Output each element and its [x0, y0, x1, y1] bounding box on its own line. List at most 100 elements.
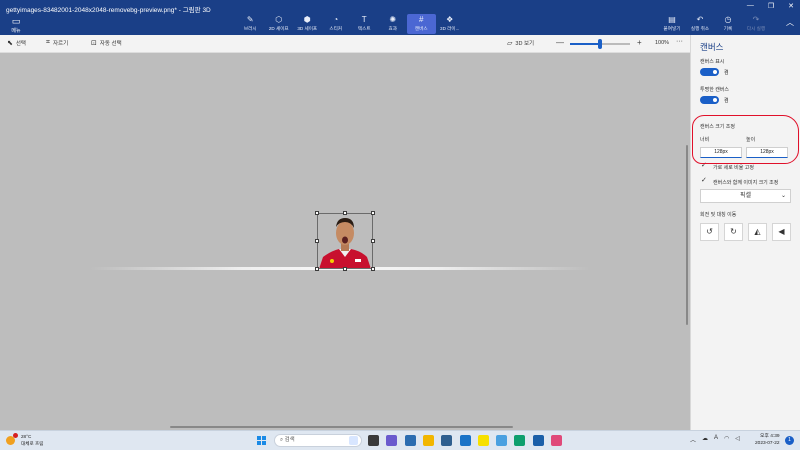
zoom-in-button[interactable]: + — [637, 38, 642, 47]
history-button[interactable]: ◷ 기록 — [714, 14, 742, 34]
minimize-button[interactable]: — — [747, 2, 754, 10]
taskbar-search[interactable]: ⌕ 검색 — [274, 434, 362, 447]
resize-handle[interactable] — [343, 211, 347, 215]
unit-select[interactable]: 픽셀 ⌄ — [700, 189, 791, 203]
tool-label: 브러시 — [243, 26, 257, 31]
notification-badge[interactable]: 1 — [785, 436, 794, 445]
canvas-panel: 캔버스 캔버스 표시 켬 투명한 캔버스 켬 캔버스 크기 조정 너비 높이 1… — [690, 35, 800, 430]
weather-alert-badge — [13, 433, 18, 438]
select-label: 선택 — [15, 41, 26, 47]
resize-handle[interactable] — [343, 267, 347, 271]
tool-label: 텍스트 — [357, 26, 371, 31]
show-canvas-toggle[interactable] — [700, 68, 719, 76]
paint3d-icon[interactable] — [551, 435, 562, 446]
resize-handle[interactable] — [371, 211, 375, 215]
flip-horizontal-button[interactable]: ◭ — [748, 223, 767, 241]
notepad-icon[interactable] — [496, 435, 508, 446]
ribbon-tools: ✎ 브러시 ⬡ 2D 셰이프 ⬢ 3D 셰이프 ◔ 스티커 T 텍스트 ✺ 효과 # 캔버스 … — [236, 14, 464, 34]
tool-label: 캔버스 — [414, 26, 428, 31]
resize-image-checkbox[interactable]: ✓ — [701, 176, 707, 184]
crop-tool[interactable]: ⌗ 자르기 — [46, 39, 68, 47]
resize-handle[interactable] — [315, 267, 319, 271]
calculator-icon[interactable] — [441, 435, 453, 446]
tool-text[interactable]: T 텍스트 — [350, 14, 379, 34]
effects-icon: ✺ — [389, 15, 397, 24]
redo-button[interactable]: ↷ 다시 실행 — [742, 14, 770, 34]
paste-button[interactable]: ▤ 붙여넣기 — [658, 14, 686, 34]
wifi-icon[interactable]: ◠ — [724, 435, 729, 444]
tool-label: 스티커 — [329, 26, 343, 31]
transparent-canvas-toggle[interactable] — [700, 96, 719, 104]
tool-canvas[interactable]: # 캔버스 — [407, 14, 436, 34]
cloud-icon[interactable]: ☁ — [702, 435, 708, 444]
unit-selected-value: 픽셀 — [739, 193, 752, 199]
tool-label: 3D 셰이프 — [297, 26, 318, 31]
mail-icon[interactable] — [459, 435, 471, 446]
shape-3d-icon: ⬢ — [303, 15, 311, 24]
tool-2d-shapes[interactable]: ⬡ 2D 셰이프 — [265, 14, 294, 34]
vertical-scrollbar[interactable] — [686, 145, 688, 325]
tool-3d-library[interactable]: ❖ 3D 라이... — [436, 14, 465, 34]
clock[interactable]: 오후 4:39 2023-07-22 — [755, 433, 780, 447]
tool-stickers[interactable]: ◔ 스티커 — [322, 14, 351, 34]
photos-icon[interactable] — [532, 435, 544, 446]
rotate-right-button[interactable]: ↻ — [724, 223, 743, 241]
chevron-up-icon[interactable]: ︿ — [690, 435, 696, 444]
tool-effects[interactable]: ✺ 효과 — [379, 14, 408, 34]
horizontal-scrollbar[interactable] — [170, 426, 513, 428]
flip-vertical-button[interactable]: ◀ — [772, 223, 791, 241]
resize-handle[interactable] — [371, 239, 375, 243]
resize-image-label: 캔버스와 함께 이미지 크기 조정 — [713, 180, 779, 186]
more-options-button[interactable]: ··· — [676, 38, 683, 45]
zoom-out-button[interactable]: — — [556, 38, 564, 47]
magic-select-tool[interactable]: ⊡ 자동 선택 — [91, 39, 122, 47]
crop-icon: ⌗ — [46, 39, 50, 46]
zoom-percent: 100% — [655, 40, 670, 46]
paste-label: 붙여넣기 — [663, 26, 681, 31]
rotate-right-icon: ↻ — [730, 227, 737, 236]
red-annotation-outline — [692, 115, 799, 164]
shape-2d-icon: ⬡ — [275, 15, 283, 24]
ime-icon[interactable]: A — [714, 435, 718, 444]
volume-icon[interactable]: ◁ — [735, 435, 740, 444]
tool-3d-shapes[interactable]: ⬢ 3D 셰이프 — [293, 14, 322, 34]
rotate-flip-buttons: ↺ ↻ ◭ ◀ — [700, 223, 791, 241]
select-tool[interactable]: ⬉ 선택 — [7, 39, 26, 47]
task-view-icon[interactable] — [368, 435, 379, 446]
tool-label: 3D 라이... — [440, 26, 460, 31]
edge-icon[interactable] — [514, 435, 526, 446]
chevron-down-icon: ⌄ — [780, 193, 786, 199]
collapse-ribbon-icon[interactable]: ︿ — [786, 17, 794, 28]
flip-horizontal-icon: ◭ — [754, 227, 761, 236]
magic-select-icon: ⊡ — [91, 40, 97, 47]
workspace[interactable] — [0, 53, 690, 430]
start-button[interactable] — [257, 436, 266, 445]
maximize-button[interactable]: ❐ — [768, 2, 774, 10]
selection-box[interactable] — [317, 213, 373, 269]
show-canvas-label: 캔버스 표시 — [700, 59, 725, 65]
menu-button[interactable]: ▭ 메뉴 — [6, 16, 26, 35]
rotate-left-icon: ↺ — [706, 227, 713, 236]
menu-icon: ▭ — [11, 16, 21, 26]
toggle-knob — [713, 98, 717, 102]
view-3d-icon: ▱ — [507, 40, 513, 47]
window-controls: — ❐ ✕ — [747, 2, 794, 10]
view-3d-toggle[interactable]: ▱ 3D 보기 — [507, 39, 534, 47]
paste-icon: ▤ — [668, 15, 676, 24]
zoom-slider-thumb[interactable] — [598, 39, 602, 49]
kakaotalk-icon[interactable] — [477, 435, 489, 446]
resize-handle[interactable] — [315, 239, 319, 243]
weather-temp: 28°C — [21, 434, 32, 439]
zoom-slider[interactable] — [570, 39, 630, 49]
close-button[interactable]: ✕ — [788, 2, 794, 10]
file-explorer-icon[interactable] — [422, 435, 434, 446]
resize-handle[interactable] — [371, 267, 375, 271]
rotate-left-button[interactable]: ↺ — [700, 223, 719, 241]
chat-icon[interactable] — [386, 435, 398, 446]
resize-handle[interactable] — [315, 211, 319, 215]
undo-button[interactable]: ↶ 실행 취소 — [686, 14, 714, 34]
redo-icon: ↷ — [752, 15, 760, 24]
tool-brush[interactable]: ✎ 브러시 — [236, 14, 265, 34]
search-highlight-icon — [349, 436, 358, 445]
widgets-icon[interactable] — [404, 435, 416, 446]
